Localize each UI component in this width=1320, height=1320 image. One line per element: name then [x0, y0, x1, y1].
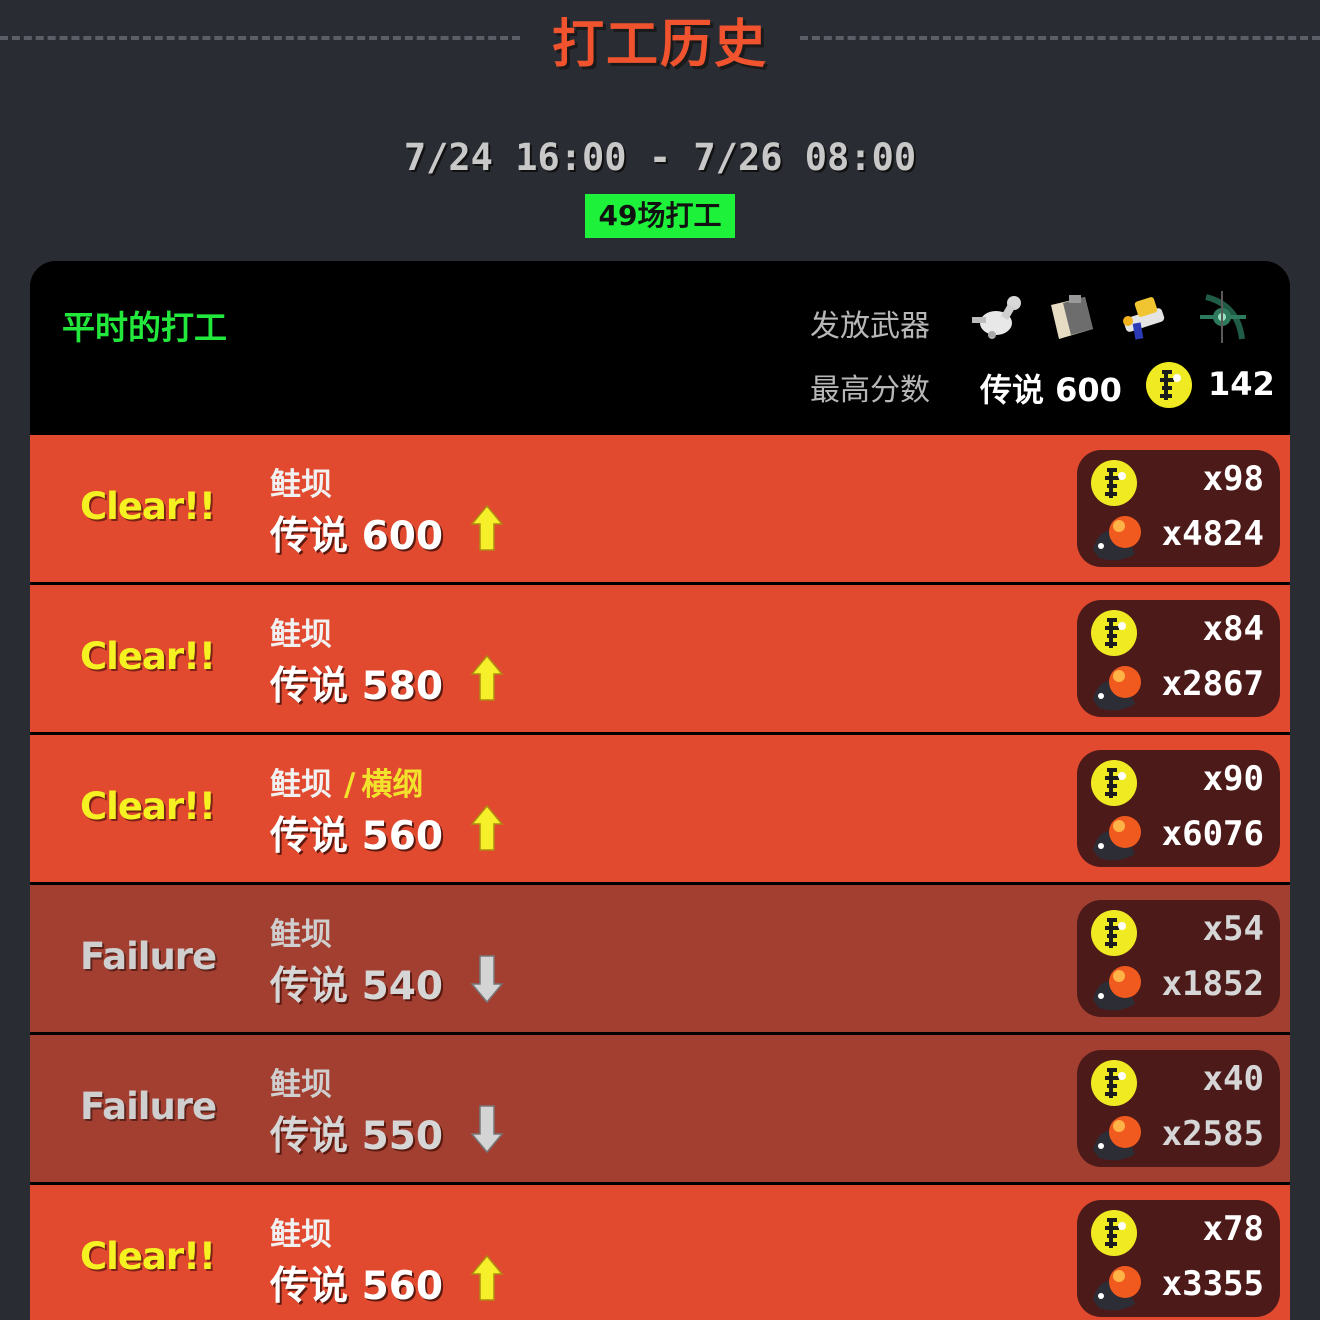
golden-egg-count: x84: [1202, 609, 1264, 649]
shift-result: Clear!!: [80, 485, 216, 528]
grade-down-arrow-icon: [470, 1105, 504, 1154]
header-divider-right: [800, 36, 1320, 40]
power-egg-icon: [1093, 1116, 1141, 1161]
power-egg-icon: [1093, 816, 1141, 861]
splattershot-icon: [1123, 297, 1165, 340]
grade-down-arrow-icon: [470, 955, 504, 1004]
egg-stats: x84 x2867: [1077, 600, 1280, 717]
golden-egg-count: x98: [1202, 459, 1264, 499]
stage-line: 鲑坝: [270, 609, 332, 654]
rotation-card: 平时的打工 发放武器 最高分数 传说 600 142 Clear!! 鲑坝 传说…: [30, 261, 1290, 1320]
rotation-period: 7/24 16:00 - 7/26 08:00: [403, 136, 917, 179]
golden-egg-count: x54: [1202, 909, 1264, 949]
grade-up-arrow-icon: [470, 1254, 504, 1301]
stage-name: 鲑坝: [270, 1067, 332, 1103]
stage-line: 鲑坝: [270, 1059, 332, 1104]
shift-row[interactable]: Failure 鲑坝 传说 540 x54 x1852: [30, 885, 1290, 1032]
stage-name: 鲑坝: [270, 1217, 332, 1253]
boss-name: 横纲: [361, 767, 424, 803]
grade-text: 传说 560: [270, 814, 443, 859]
shift-result: Failure: [80, 935, 217, 978]
golden-egg-icon: [1091, 460, 1137, 506]
power-egg-icon: [1093, 516, 1141, 561]
weapons-label: 发放武器: [810, 309, 930, 344]
grade-text: 传说 580: [270, 664, 443, 709]
best-grade: 传说 600: [980, 371, 1122, 409]
shift-row[interactable]: Clear!! 鲑坝 传说 560 x78 x3355: [30, 1185, 1290, 1320]
shift-result: Clear!!: [80, 1235, 216, 1278]
weapon-list: [966, 287, 1266, 351]
golden-egg-icon: [1091, 1210, 1137, 1256]
golden-egg-icon: [1146, 362, 1192, 408]
golden-egg-icon: [1091, 1060, 1137, 1106]
power-egg-count: x2585: [1161, 1114, 1264, 1154]
shift-row[interactable]: Failure 鲑坝 传说 550 x40 x2585: [30, 1035, 1290, 1182]
stage-name: 鲑坝: [270, 467, 332, 503]
best-golden-egg-count: 142: [1208, 365, 1275, 403]
shift-result: Failure: [80, 1085, 217, 1128]
power-egg-count: x1852: [1161, 964, 1264, 1004]
shift-count-badge: 49场打工: [585, 194, 735, 238]
stage-line: 鲑坝 / 横纲: [270, 759, 423, 804]
grade-text: 传说 550: [270, 1114, 443, 1159]
splatling-icon: [972, 296, 1021, 339]
shift-row[interactable]: Clear!! 鲑坝 传说 580 x84 x2867: [30, 585, 1290, 732]
grade-text: 传说 600: [270, 514, 443, 559]
power-egg-icon: [1093, 966, 1141, 1011]
power-egg-count: x2867: [1161, 664, 1264, 704]
power-egg-count: x4824: [1161, 514, 1264, 554]
golden-egg-count: x78: [1202, 1209, 1264, 1249]
shift-row[interactable]: Clear!! 鲑坝 传说 600 x98 x4824: [30, 435, 1290, 582]
stage-name: 鲑坝: [270, 917, 332, 953]
bucket-icon: [1051, 295, 1093, 339]
grade-up-arrow-icon: [470, 654, 504, 701]
bow-icon: [1200, 291, 1246, 343]
golden-egg-icon: [1091, 610, 1137, 656]
grade-up-arrow-icon: [470, 804, 504, 851]
shift-result: Clear!!: [80, 635, 216, 678]
rotation-card-header: 平时的打工 发放武器 最高分数 传说 600 142: [30, 261, 1290, 435]
grade-text: 传说 540: [270, 964, 443, 1009]
stage-line: 鲑坝: [270, 459, 332, 504]
page-header: 打工历史: [0, 0, 1320, 80]
shift-row[interactable]: Clear!! 鲑坝 / 横纲 传说 560 x90 x6076: [30, 735, 1290, 882]
boss-separator: /: [344, 767, 356, 803]
shift-result: Clear!!: [80, 785, 216, 828]
egg-stats: x90 x6076: [1077, 750, 1280, 867]
egg-stats: x40 x2585: [1077, 1050, 1280, 1167]
stage-line: 鲑坝: [270, 909, 332, 954]
golden-egg-icon: [1091, 760, 1137, 806]
stage-line: 鲑坝: [270, 1209, 332, 1254]
egg-stats: x54 x1852: [1077, 900, 1280, 1017]
golden-egg-icon: [1091, 910, 1137, 956]
golden-egg-count: x40: [1202, 1059, 1264, 1099]
mode-title: 平时的打工: [62, 308, 227, 347]
power-egg-count: x6076: [1161, 814, 1264, 854]
power-egg-icon: [1093, 666, 1141, 711]
grade-text: 传说 560: [270, 1264, 443, 1309]
grade-up-arrow-icon: [470, 504, 504, 551]
stage-name: 鲑坝: [270, 767, 332, 803]
power-egg-icon: [1093, 1266, 1141, 1311]
golden-egg-count: x90: [1202, 759, 1264, 799]
stage-name: 鲑坝: [270, 617, 332, 653]
power-egg-count: x3355: [1161, 1264, 1264, 1304]
best-score-label: 最高分数: [810, 373, 930, 408]
egg-stats: x78 x3355: [1077, 1200, 1280, 1317]
egg-stats: x98 x4824: [1077, 450, 1280, 567]
